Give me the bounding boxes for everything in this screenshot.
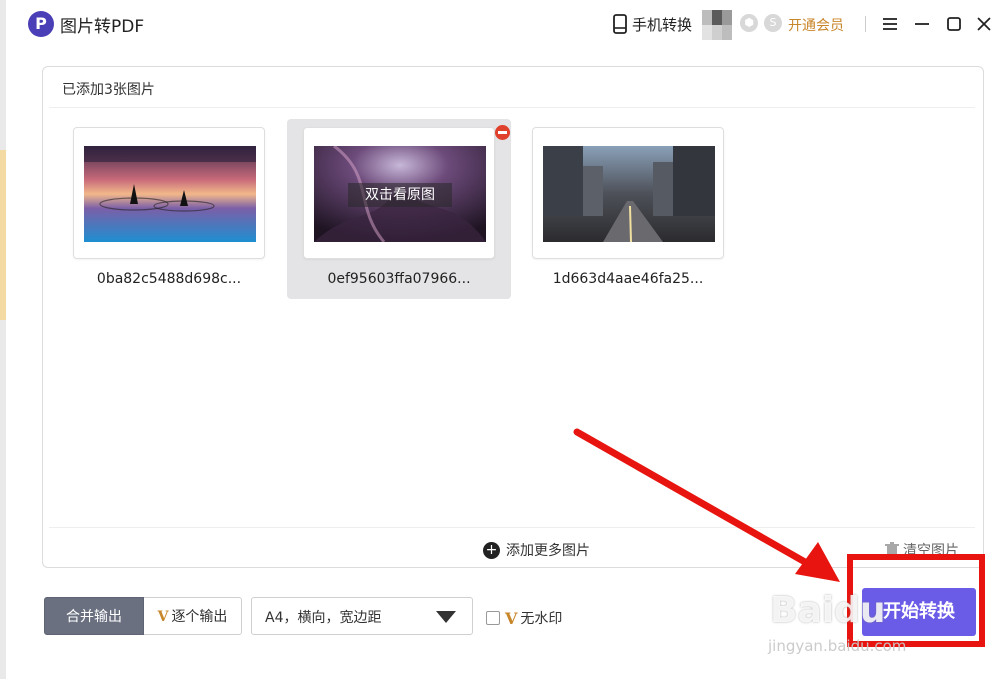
vip-v-icon: V (505, 608, 518, 628)
start-convert-button[interactable]: 开始转换 (862, 588, 976, 636)
mobile-convert-button[interactable]: 手机转换 (612, 12, 692, 36)
page-setting-value: A4，横向，宽边距 (265, 610, 382, 626)
each-output-label: 逐个输出 (171, 609, 228, 625)
image-filename: 1d663d4aae46fa25... (552, 271, 704, 287)
no-watermark-checkbox[interactable]: V 无水印 (486, 608, 562, 628)
page-setting-select[interactable]: A4，横向，宽边距 (251, 597, 473, 635)
maximize-icon[interactable] (942, 12, 966, 36)
app-logo-icon: P (28, 11, 54, 37)
add-circle-icon: + (483, 541, 500, 559)
close-icon[interactable] (972, 12, 996, 36)
panel-footer: + 添加更多图片 清空图片 (49, 527, 975, 567)
merge-output-tab[interactable]: 合并输出 (44, 597, 144, 635)
titlebar-divider (865, 16, 866, 32)
title-bar: P 图片转PDF 手机转换 ⬢ S 开通会员 (6, 0, 1000, 48)
image-filename: 0ba82c5488d698c... (96, 271, 242, 287)
image-card[interactable]: 1d663d4aae46fa25... (516, 119, 740, 299)
app-window: P 图片转PDF 手机转换 ⬢ S 开通会员 已添加3张图片 0ba82c548… (6, 0, 1000, 679)
image-list-panel: 已添加3张图片 0ba82c5488d698c... 双击看原图 0ef9560… (42, 66, 984, 568)
thumbnail-frame (73, 127, 265, 259)
thumbnail-image (84, 146, 256, 242)
view-original-hint: 双击看原图 (348, 183, 452, 207)
dropdown-caret-icon (436, 611, 456, 623)
image-filename: 0ef95603ffa07966... (327, 271, 471, 287)
add-more-images-button[interactable]: + 添加更多图片 (483, 540, 590, 560)
checkbox-box[interactable] (486, 611, 500, 625)
thumbnail-image (543, 146, 715, 242)
minimize-icon[interactable] (910, 12, 934, 36)
remove-image-icon[interactable] (495, 125, 510, 140)
open-vip-link[interactable]: 开通会员 (788, 15, 844, 35)
vip-badge-icon: S (764, 14, 782, 32)
thumbnail-frame: 双击看原图 (303, 127, 495, 259)
thumbnail-image: 双击看原图 (314, 146, 486, 242)
mobile-convert-label: 手机转换 (632, 15, 693, 34)
thumbnail-frame (532, 127, 724, 259)
phone-icon (613, 14, 627, 34)
add-more-label: 添加更多图片 (506, 543, 590, 559)
image-count-label: 已添加3张图片 (62, 82, 155, 98)
avatar[interactable] (702, 10, 732, 40)
level-badge-icon: ⬢ (740, 14, 758, 32)
image-card[interactable]: 0ba82c5488d698c... (57, 119, 281, 299)
panel-divider (49, 107, 975, 108)
image-card-selected[interactable]: 双击看原图 0ef95603ffa07966... (287, 119, 511, 299)
no-watermark-label: 无水印 (520, 611, 563, 627)
vip-v-icon: V (157, 609, 169, 625)
app-title: 图片转PDF (60, 17, 145, 37)
clear-images-label: 清空图片 (903, 543, 959, 559)
clear-images-button[interactable]: 清空图片 (885, 540, 959, 560)
trash-icon (885, 542, 899, 557)
each-output-tab[interactable]: V 逐个输出 (144, 597, 242, 635)
menu-icon[interactable] (878, 12, 902, 36)
